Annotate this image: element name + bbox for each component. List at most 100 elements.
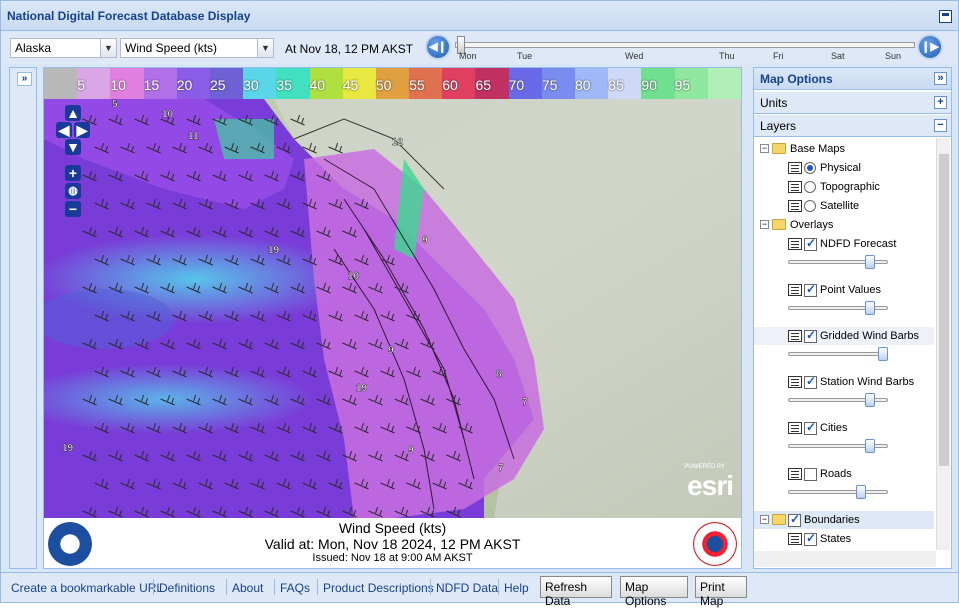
collapse-tree-icon[interactable]: −: [760, 220, 769, 229]
collapse-tree-icon[interactable]: −: [760, 144, 769, 153]
slider-thumb[interactable]: [864, 255, 875, 269]
map-canvas[interactable]: 5 10 11 12 19 9 10 9 8 7 19 19 7 9 ▲ ◀ ▶…: [44, 99, 741, 518]
legend-label: 90: [641, 77, 657, 93]
next-time-button[interactable]: ❙▶: [917, 34, 943, 60]
time-slider-track[interactable]: [455, 42, 915, 48]
globe-icon[interactable]: ◍: [65, 183, 81, 199]
slider-thumb[interactable]: [864, 301, 875, 315]
slider-thumb[interactable]: [864, 393, 875, 407]
chevron-down-icon[interactable]: ▼: [257, 39, 273, 57]
overlay-layer[interactable]: Point Values: [754, 281, 934, 299]
scrollbar-thumb[interactable]: [939, 154, 949, 466]
legend-color-cell: 5: [77, 68, 111, 99]
opacity-slider[interactable]: [788, 347, 888, 361]
layer-tree-vertical-scrollbar[interactable]: [936, 138, 950, 550]
radio-button[interactable]: [804, 181, 816, 193]
legend-label: 55: [409, 77, 425, 93]
base-map-option[interactable]: Topographic: [754, 178, 934, 196]
map-options-title: Map Options: [760, 72, 833, 86]
base-map-label: Topographic: [820, 181, 880, 193]
pan-right-icon[interactable]: ▶: [74, 122, 90, 138]
collapse-window-button[interactable]: [939, 10, 952, 23]
collapse-tree-icon[interactable]: −: [760, 515, 769, 524]
units-section-header[interactable]: Units +: [754, 92, 951, 114]
tree-node-base-maps[interactable]: − Base Maps: [754, 140, 934, 158]
expand-left-panel-button[interactable]: »: [17, 72, 32, 86]
checkbox[interactable]: [804, 282, 817, 297]
point-value-label: 19: [356, 383, 368, 394]
overlay-layer[interactable]: Roads: [754, 465, 934, 483]
chevron-down-icon[interactable]: ▼: [100, 39, 116, 57]
pan-down-icon[interactable]: ▼: [65, 139, 81, 155]
legend-color-cell: 45: [342, 68, 376, 99]
footer-button[interactable]: Print Map: [695, 576, 747, 608]
slider-thumb[interactable]: [878, 347, 888, 361]
tree-node-overlays[interactable]: − Overlays: [754, 216, 934, 234]
opacity-slider[interactable]: [788, 485, 888, 499]
overlay-layer[interactable]: Station Wind Barbs: [754, 373, 934, 391]
legend-color-cell: 60: [442, 68, 476, 99]
checkbox[interactable]: [804, 374, 817, 389]
point-value-label: 9: [388, 345, 394, 356]
footer-button[interactable]: Map Options: [620, 576, 688, 608]
overlay-layer[interactable]: NDFD Forecast: [754, 235, 934, 253]
footer-link[interactable]: About: [232, 581, 263, 595]
checkbox[interactable]: [788, 512, 801, 527]
pan-up-icon[interactable]: ▲: [65, 105, 81, 121]
boundary-label: States: [820, 533, 852, 545]
slider-thumb[interactable]: [855, 485, 866, 499]
opacity-slider[interactable]: [788, 301, 888, 315]
footer-link[interactable]: Help: [504, 581, 529, 595]
layers-section-header[interactable]: Layers −: [754, 115, 951, 137]
footer-button[interactable]: Refresh Data: [540, 576, 612, 608]
slider-track[interactable]: [788, 490, 888, 494]
layer-tree-horizontal-scrollbar[interactable]: [754, 551, 936, 567]
boundaries-label: Boundaries: [804, 514, 860, 526]
boundary-layer[interactable]: States: [754, 530, 934, 548]
base-map-option[interactable]: Physical: [754, 159, 934, 177]
step-back-icon: ◀❙: [429, 41, 447, 53]
footer-link[interactable]: Definitions: [159, 581, 215, 595]
point-value-label: 5: [112, 99, 118, 110]
collapse-layers-button[interactable]: −: [934, 119, 947, 132]
collapse-panel-button[interactable]: »: [934, 72, 947, 85]
time-slider[interactable]: Mon Tue Wed Thu Fri Sat Sun: [455, 35, 915, 61]
radio-button[interactable]: [804, 162, 816, 174]
timeline-day-label: Fri: [773, 51, 784, 61]
slider-track[interactable]: [788, 352, 888, 356]
checkbox[interactable]: [804, 531, 817, 546]
slider-thumb[interactable]: [864, 439, 875, 453]
opacity-slider[interactable]: [788, 393, 888, 407]
footer-link[interactable]: Create a bookmarkable URL: [11, 581, 163, 595]
footer-separator: [226, 579, 227, 595]
layer-icon: [788, 200, 802, 212]
legend-color-cell: 50: [375, 68, 410, 99]
overlay-layer[interactable]: Gridded Wind Barbs: [754, 327, 934, 345]
base-map-option[interactable]: Satellite: [754, 197, 934, 215]
pan-left-icon[interactable]: ◀: [56, 122, 72, 138]
previous-time-button[interactable]: ◀❙: [425, 34, 451, 60]
footer-link[interactable]: NDFD Data: [436, 581, 498, 595]
legend-color-cell: [44, 68, 78, 99]
point-value-label: 8: [496, 369, 502, 380]
opacity-slider[interactable]: [788, 255, 888, 269]
region-select[interactable]: Alaska ▼: [10, 38, 117, 58]
footer-link[interactable]: FAQs: [280, 581, 310, 595]
tree-node-boundaries[interactable]: − Boundaries: [754, 511, 934, 529]
checkbox[interactable]: [804, 468, 817, 481]
expand-units-button[interactable]: +: [934, 96, 947, 109]
region-select-value: Alaska: [15, 41, 52, 55]
overlay-layer[interactable]: Cities: [754, 419, 934, 437]
radio-button[interactable]: [804, 200, 816, 212]
legend-label: 5: [77, 77, 85, 93]
zoom-in-icon[interactable]: +: [65, 165, 81, 181]
checkbox[interactable]: [804, 328, 817, 343]
overlay-label: Roads: [820, 468, 852, 480]
opacity-slider[interactable]: [788, 439, 888, 453]
element-select[interactable]: Wind Speed (kts) ▼: [120, 38, 274, 58]
zoom-out-icon[interactable]: −: [65, 201, 81, 217]
checkbox[interactable]: [804, 420, 817, 435]
checkbox[interactable]: [804, 236, 817, 251]
footer-link[interactable]: Product Descriptions: [323, 581, 434, 595]
point-value-label: 19: [62, 443, 74, 454]
